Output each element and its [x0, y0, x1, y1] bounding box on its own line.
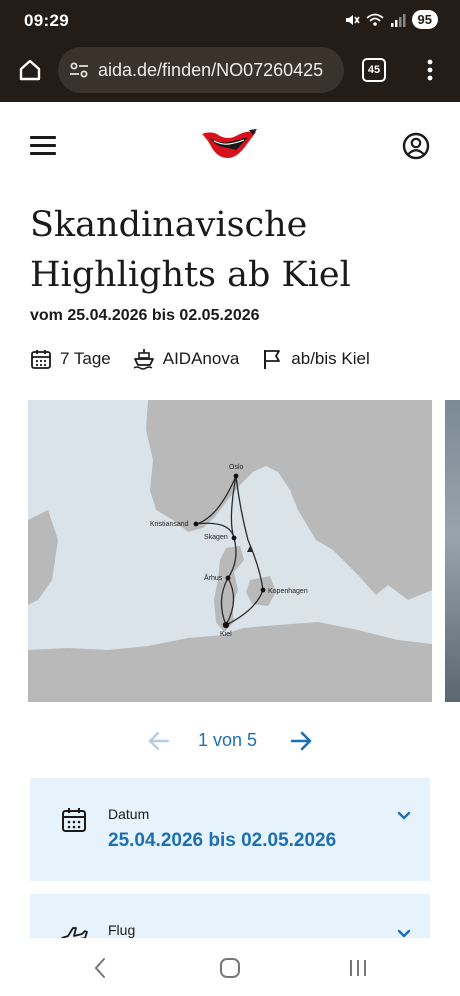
meta-duration-text: 7 Tage — [60, 349, 111, 368]
home-nav-icon[interactable] — [218, 956, 242, 980]
calendar-icon — [62, 808, 86, 832]
flag-icon — [264, 350, 281, 369]
route-map-canvas: Oslo Kristiansand Skagen Århus Kopenhage… — [28, 400, 432, 702]
signal-icon — [390, 13, 406, 27]
site-settings-icon[interactable] — [68, 59, 90, 81]
android-nav-bar — [0, 938, 460, 996]
battery-badge: 95 — [411, 10, 438, 29]
browser-menu-button[interactable] — [418, 56, 442, 84]
url-text: aida.de/finden/NO0726042​5 — [98, 59, 324, 80]
tabs-icon: 45 — [367, 64, 381, 76]
more-vert-icon — [427, 59, 433, 81]
meta-port: ab/bis Kiel — [261, 348, 370, 370]
mute-icon — [345, 14, 360, 25]
map-label-kopenhagen: Kopenhagen — [268, 588, 308, 595]
plane-icon — [61, 927, 88, 938]
status-time: 09:29 — [24, 11, 69, 30]
accordion-flight[interactable]: Flug — [30, 894, 430, 938]
arrow-left-icon[interactable] — [146, 728, 172, 754]
title-line-2: Highlights ab Kiel — [30, 255, 351, 295]
pager-label: 1 von 5 — [198, 730, 258, 750]
ship-icon — [133, 349, 154, 370]
wifi-icon — [365, 13, 384, 26]
accordion-date[interactable]: Datum 25.04.2026 bis 02.05.2026 — [30, 778, 430, 881]
status-icons: 95 — [343, 10, 438, 29]
meta-duration: 7 Tage — [30, 348, 111, 370]
map-label-skagen: Skagen — [204, 534, 228, 541]
map-label-kristiansand: Kristiansand — [150, 521, 189, 528]
trip-meta: 7 Tage AIDAnova ab/bis Kiel — [30, 348, 392, 370]
chevron-down-icon[interactable] — [396, 808, 412, 824]
gallery-next-image-peek[interactable] — [445, 400, 460, 702]
meta-ship: AIDAnova — [133, 348, 240, 370]
map-label-kiel: Kiel — [220, 631, 232, 638]
route-map[interactable]: Oslo Kristiansand Skagen Århus Kopenhage… — [28, 400, 432, 702]
tab-switcher-button[interactable]: 45 — [362, 58, 386, 82]
recents-nav-icon[interactable] — [346, 956, 370, 980]
browser-toolbar: aida.de/finden/NO0726042​5 45 — [0, 42, 460, 102]
arrow-right-icon[interactable] — [288, 728, 314, 754]
accordion-flight-label: Flug — [108, 922, 136, 938]
meta-ship-text: AIDAnova — [162, 349, 240, 368]
status-bar: 09:29 95 — [0, 0, 460, 42]
accordion-date-value: 25.04.2026 bis 02.05.2026 — [108, 830, 337, 851]
calendar-icon — [31, 350, 51, 369]
account-icon[interactable] — [402, 132, 430, 160]
back-nav-icon[interactable] — [89, 956, 113, 980]
home-button[interactable] — [14, 54, 46, 86]
gallery-pager: 1 von 5 — [0, 726, 460, 756]
aida-logo-icon[interactable] — [200, 128, 258, 162]
address-bar[interactable]: aida.de/finden/NO0726042​5 — [58, 47, 344, 93]
title-line-1: Skandinavische — [30, 205, 308, 245]
chevron-down-icon[interactable] — [396, 926, 412, 938]
meta-port-text: ab/bis Kiel — [291, 349, 370, 368]
map-label-arhus: Århus — [204, 573, 223, 582]
trip-date-range: vom 25.04.2026 bis 02.05.2026 — [30, 307, 260, 324]
home-icon — [19, 59, 41, 81]
map-label-oslo: Oslo — [229, 464, 244, 471]
accordion-date-label: Datum — [108, 806, 150, 822]
menu-icon[interactable] — [30, 134, 56, 156]
page-title: Skandinavische Highlights ab Kiel — [30, 200, 430, 300]
